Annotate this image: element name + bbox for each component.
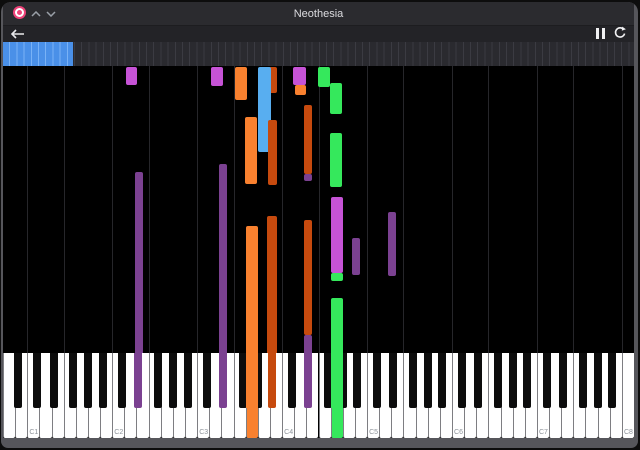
piano-key-F#7[interactable]: [579, 353, 587, 408]
pressed-key-highlight-G3: [246, 353, 258, 408]
octave-guide-line: [112, 66, 113, 353]
falling-note-dark_orange: [267, 216, 277, 353]
piano-keyboard: C1 C2 C3 C4 C5 C6 C7 C8: [3, 353, 634, 438]
falling-note-dark_orange: [304, 105, 312, 174]
back-arrow-icon: [10, 28, 25, 40]
piano-key-D#2[interactable]: [134, 353, 142, 408]
key-label-C3: C3: [198, 429, 209, 436]
piano-key-C#1[interactable]: [33, 353, 41, 408]
piano-key-D#4[interactable]: [304, 353, 312, 408]
key-label-C4: C4: [283, 429, 294, 436]
falling-note-purple: [304, 335, 312, 353]
octave-guide-line: [234, 66, 235, 353]
loop-button[interactable]: [613, 26, 627, 40]
octave-guide-line: [64, 66, 65, 353]
octave-guide-line: [27, 66, 28, 353]
piano-key-F#5[interactable]: [409, 353, 417, 408]
octave-guide-line: [488, 66, 489, 353]
octave-guide-line: [452, 66, 453, 353]
window-content: Neothesia C1C2C: [3, 2, 634, 438]
piano-key-G#2[interactable]: [169, 353, 177, 408]
piano-key-C#7[interactable]: [543, 353, 551, 408]
octave-guide-line: [537, 66, 538, 353]
piano-key-F#6[interactable]: [494, 353, 502, 408]
piano-key-D#3[interactable]: [219, 353, 227, 408]
key-label-C5: C5: [368, 429, 379, 436]
piano-key-A#1[interactable]: [99, 353, 107, 408]
falling-note-magenta: [331, 197, 343, 273]
falling-note-green: [318, 67, 330, 87]
falling-note-dark_orange: [304, 220, 312, 335]
falling-note-purple: [388, 212, 396, 276]
neothesia-window: Neothesia C1C2C: [1, 2, 638, 448]
octave-guide-line: [282, 66, 283, 353]
piano-key-C#5[interactable]: [373, 353, 381, 408]
falling-note-green: [331, 273, 343, 281]
piano-key-G#6[interactable]: [509, 353, 517, 408]
piano-key-C8[interactable]: C8: [622, 353, 634, 438]
piano-key-A#0[interactable]: [14, 353, 22, 408]
falling-note-orange: [235, 67, 247, 100]
piano-key-C#2[interactable]: [118, 353, 126, 408]
piano-key-D#1[interactable]: [50, 353, 58, 408]
octave-guide-line: [573, 66, 574, 353]
piano-key-C#4[interactable]: [288, 353, 296, 408]
falling-note-dark_orange: [268, 120, 277, 185]
falling-note-magenta: [293, 67, 306, 85]
falling-note-green: [330, 133, 342, 187]
piano-key-A#2[interactable]: [184, 353, 192, 408]
falling-note-orange: [295, 85, 306, 95]
piano-key-D#7[interactable]: [559, 353, 567, 408]
octave-guide-line: [319, 66, 320, 353]
piano-key-A#5[interactable]: [438, 353, 446, 408]
progress-fill: [3, 42, 73, 66]
falling-note-magenta: [211, 67, 223, 86]
piano-key-A#6[interactable]: [523, 353, 531, 408]
pressed-key-highlight-G4: [331, 353, 343, 408]
falling-note-green: [330, 83, 342, 114]
falling-note-purple: [352, 238, 360, 275]
octave-guide-line: [149, 66, 150, 353]
piano-key-F#1[interactable]: [69, 353, 77, 408]
piano-key-G#7[interactable]: [594, 353, 602, 408]
key-label-C1: C1: [28, 429, 39, 436]
key-label-C8: C8: [623, 429, 634, 436]
loop-icon: [613, 26, 627, 40]
falling-note-orange: [245, 117, 257, 184]
falling-note-purple: [135, 172, 143, 353]
titlebar[interactable]: Neothesia: [3, 2, 634, 26]
piano-key-C#6[interactable]: [458, 353, 466, 408]
octave-guide-line: [622, 66, 623, 353]
octave-guide-line: [367, 66, 368, 353]
pause-icon: [596, 28, 599, 39]
piano-key-D#5[interactable]: [389, 353, 397, 408]
octave-guide-line: [197, 66, 198, 353]
falling-note-orange: [246, 226, 258, 353]
piano-key-D#6[interactable]: [474, 353, 482, 408]
piano-key-F#2[interactable]: [154, 353, 162, 408]
toolbar: [3, 26, 634, 42]
piano-key-A#7[interactable]: [608, 353, 616, 408]
key-label-C7: C7: [538, 429, 549, 436]
falling-note-magenta: [126, 67, 137, 85]
octave-guide-line: [403, 66, 404, 353]
note-fall-area: [3, 66, 634, 353]
piano-key-G#5[interactable]: [424, 353, 432, 408]
progress-bar[interactable]: [3, 42, 634, 66]
pause-button[interactable]: [596, 28, 606, 39]
falling-note-green: [331, 298, 343, 353]
window-title: Neothesia: [3, 2, 634, 26]
key-label-C2: C2: [113, 429, 124, 436]
piano-key-A#3[interactable]: [268, 353, 276, 408]
falling-note-purple: [219, 164, 227, 353]
back-button[interactable]: [10, 27, 26, 41]
piano-key-G#1[interactable]: [84, 353, 92, 408]
key-label-C6: C6: [453, 429, 464, 436]
piano-key-A#4[interactable]: [353, 353, 361, 408]
falling-note-purple: [304, 174, 312, 181]
piano-key-C#3[interactable]: [203, 353, 211, 408]
